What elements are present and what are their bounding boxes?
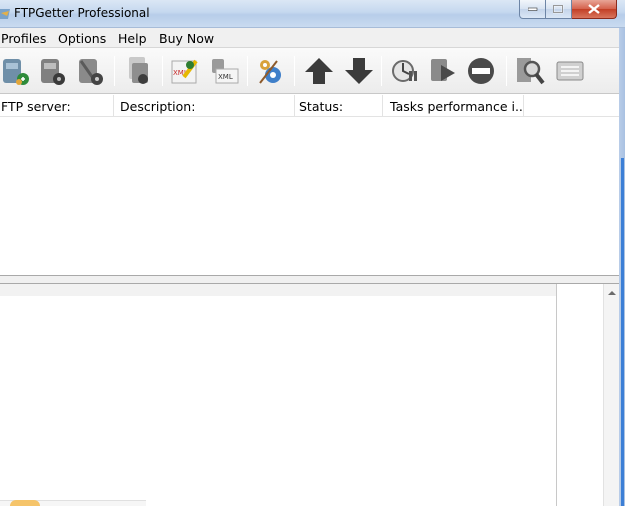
profile-list-header: FTP server: Description: Status: Tasks p… [0,95,619,117]
log-header [0,284,557,296]
column-tasks-performance[interactable]: Tasks performance i... [383,95,524,117]
toolbar-separator [381,56,382,86]
edit-profile-icon [41,59,65,85]
run-icon [431,59,455,81]
import-xml-icon: XML [212,59,239,84]
menu-bar: Profiles Options Help Buy Now [0,28,619,48]
import-xml-button[interactable]: XML [207,54,241,88]
pane-splitter[interactable] [0,275,619,284]
maximize-button[interactable] [546,0,572,19]
app-icon [0,9,10,19]
window-controls [519,0,617,20]
menu-options[interactable]: Options [58,31,106,46]
toolbar-separator [162,56,163,86]
export-xml-icon: XML [171,59,198,84]
window-title: FTPGetter Professional [14,6,150,20]
scheduler-icon [392,60,417,82]
log-pane[interactable] [0,284,603,506]
title-bar[interactable]: FTPGetter Professional [0,0,625,28]
scroll-up-arrow-icon[interactable] [607,289,617,297]
status-indicator-icon [10,500,40,506]
toolbar-separator [247,56,248,86]
close-icon [588,4,600,14]
maximize-icon [553,4,564,13]
console-icon [556,61,584,81]
toolbar-separator [294,56,295,86]
new-profile-icon [3,59,29,85]
delete-profile-icon [79,59,103,85]
move-up-icon [305,58,333,84]
close-button[interactable] [572,0,617,19]
frame-accent-strip [621,158,624,506]
move-down-icon [345,58,373,84]
minimize-button[interactable] [519,0,546,19]
toolbar: XML XML [0,48,619,94]
svg-text:XML: XML [218,73,233,81]
window-frame-right [619,28,625,506]
move-down-button[interactable] [342,54,376,88]
stop-icon [468,58,494,84]
copy-profile-icon [129,57,148,84]
log-vertical-scrollbar[interactable] [603,284,619,506]
move-up-button[interactable] [302,54,336,88]
copy-profile-button[interactable] [122,54,156,88]
toolbar-separator [506,56,507,86]
log-column-divider[interactable] [556,284,557,506]
menu-help[interactable]: Help [118,31,147,46]
scheduler-button[interactable] [388,54,422,88]
search-log-button[interactable] [513,54,547,88]
run-button[interactable] [426,54,460,88]
settings-button[interactable] [254,54,288,88]
minimize-icon [527,7,537,11]
column-description[interactable]: Description: [114,95,295,117]
toolbar-separator [114,56,115,86]
menu-profiles[interactable]: Profiles [1,31,46,46]
column-ftp-server[interactable]: FTP server: [0,95,114,117]
new-profile-button[interactable] [0,54,34,88]
console-button[interactable] [553,54,587,88]
delete-profile-button[interactable] [74,54,108,88]
settings-gears-icon [259,60,281,84]
export-xml-button[interactable]: XML [169,54,203,88]
column-status[interactable]: Status: [295,95,383,117]
edit-profile-button[interactable] [36,54,70,88]
menu-buy-now[interactable]: Buy Now [159,31,214,46]
search-log-icon [517,58,545,85]
profile-list[interactable] [0,118,619,275]
stop-button[interactable] [464,54,498,88]
